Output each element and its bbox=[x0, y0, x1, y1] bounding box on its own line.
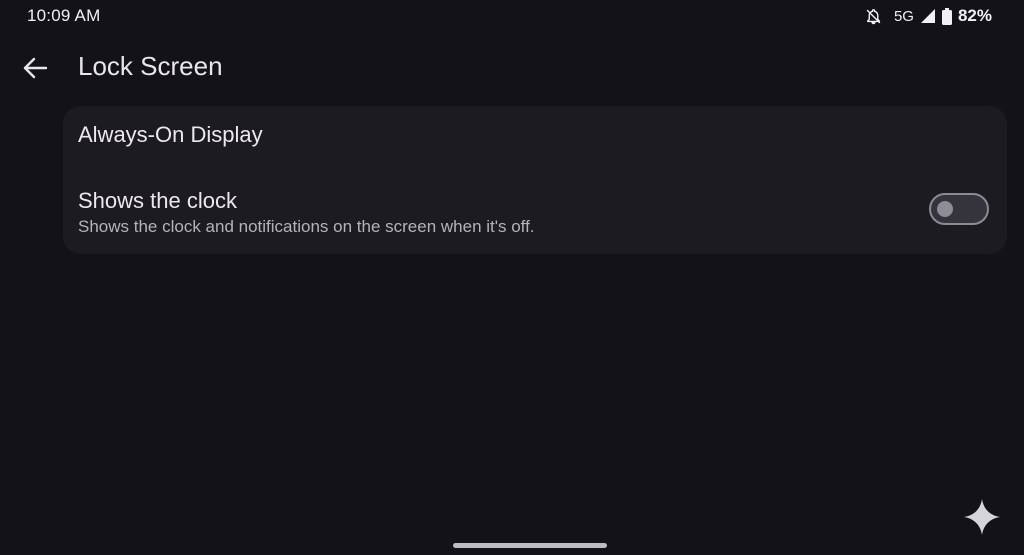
shows-clock-setting-row[interactable]: Shows the clock Shows the clock and noti… bbox=[63, 184, 1007, 246]
battery-percent: 82% bbox=[957, 6, 992, 25]
setting-description: Shows the clock and notifications on the… bbox=[78, 217, 535, 236]
navigation-handle[interactable] bbox=[453, 543, 607, 548]
status-time: 10:09 AM bbox=[27, 6, 101, 25]
page-title: Lock Screen bbox=[78, 51, 223, 81]
always-on-display-card: Always-On Display Shows the clock Shows … bbox=[63, 106, 1007, 254]
shows-clock-toggle[interactable] bbox=[929, 193, 989, 225]
section-header: Always-On Display bbox=[78, 122, 263, 147]
signal-icon bbox=[920, 8, 936, 24]
network-type: 5G bbox=[893, 7, 914, 25]
sparkle-icon[interactable] bbox=[962, 497, 1002, 537]
status-icons: 5G 82% bbox=[865, 5, 992, 27]
notifications-off-icon bbox=[865, 8, 882, 25]
battery-icon bbox=[941, 7, 952, 25]
setting-title: Shows the clock bbox=[78, 188, 237, 213]
arrow-back-icon[interactable] bbox=[20, 54, 50, 82]
toggle-thumb bbox=[937, 201, 953, 217]
lock-screen-settings-page: 10:09 AM 5G 82% Lock Screen Always-On Di… bbox=[0, 0, 1024, 555]
